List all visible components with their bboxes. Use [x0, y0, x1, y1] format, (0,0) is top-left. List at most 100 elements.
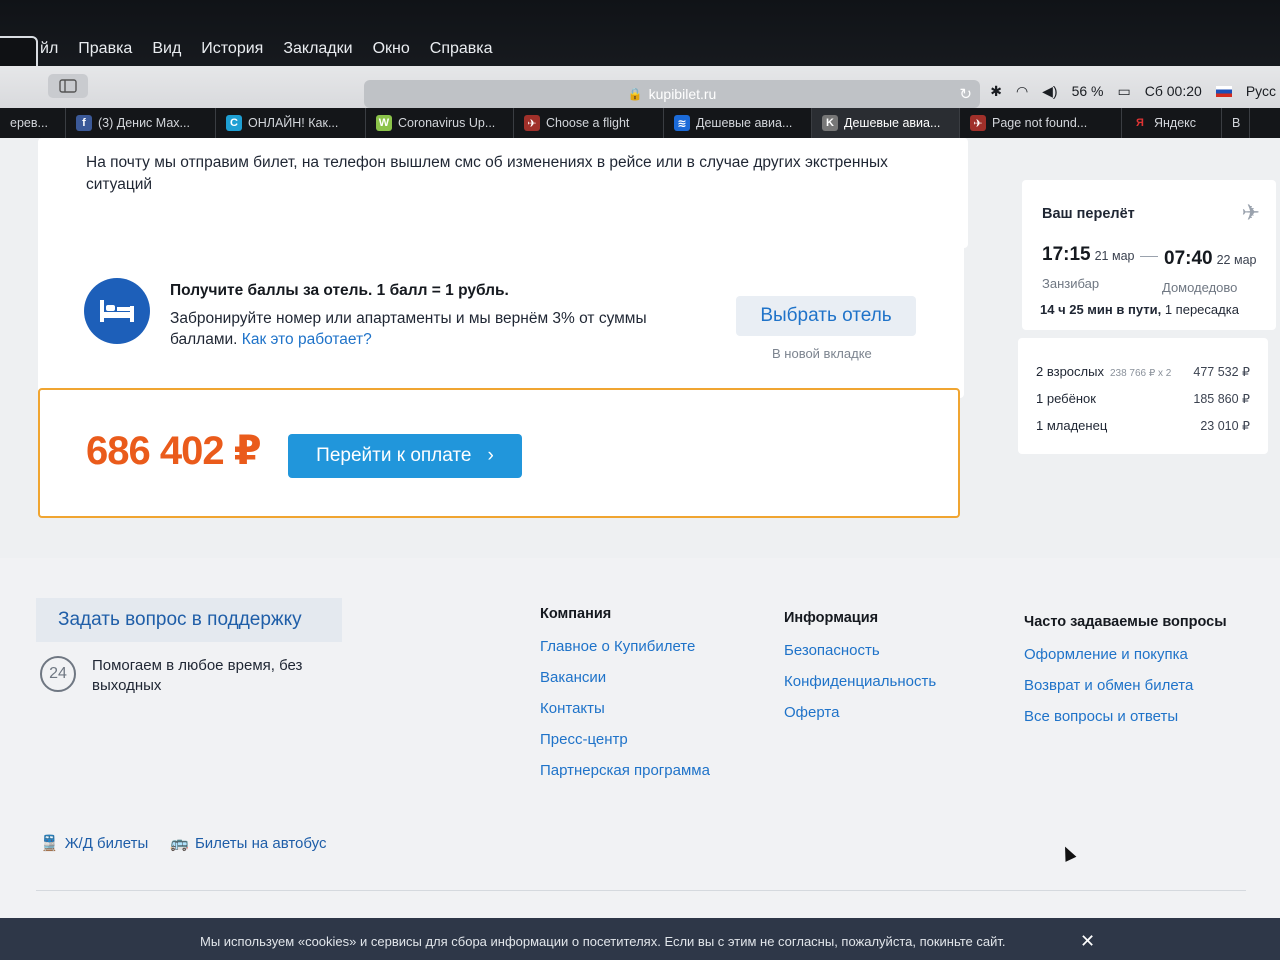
clock-text[interactable]: Сб 00:20: [1145, 83, 1202, 99]
footer-link[interactable]: Партнерская программа: [540, 762, 710, 779]
how-it-works-link[interactable]: Как это работает?: [242, 331, 372, 348]
footer-link[interactable]: Все вопросы и ответы: [1024, 708, 1227, 725]
train-icon: 🚆: [40, 835, 59, 852]
fare-label: 2 взрослых: [1036, 364, 1104, 379]
site-footer: Задать вопрос в поддержку 24 Помогаем в …: [0, 558, 1280, 918]
plane-favicon-icon: ✈: [970, 115, 986, 131]
ask-support-button[interactable]: Задать вопрос в поддержку: [36, 598, 342, 642]
new-tab-note: В новой вкладке: [772, 346, 872, 361]
train-tickets-link[interactable]: 🚆 Ж/Д билеты: [40, 834, 148, 852]
stops-count: 1 пересадка: [1164, 302, 1239, 317]
bluetooth-icon[interactable]: ✱: [990, 83, 1002, 100]
close-icon[interactable]: ✕: [1080, 931, 1095, 952]
site-icon: K: [822, 115, 838, 131]
page-content: На почту мы отправим билет, на телефон в…: [0, 138, 1280, 960]
menu-history[interactable]: История: [201, 40, 263, 58]
tab-2[interactable]: C ОНЛАЙН! Как...: [216, 108, 366, 138]
tab-0[interactable]: ерев...: [0, 108, 66, 138]
fare-row-adults: 2 взрослых 238 766 ₽ x 2 477 532 ₽: [1036, 364, 1250, 379]
footer-link[interactable]: Вакансии: [540, 669, 710, 686]
status-area: ✱ ◠ ◀) 56 % ▭ Сб 00:20 Русс: [990, 76, 1280, 106]
route-dash: [1140, 256, 1158, 257]
tab-8[interactable]: Я Яндекс: [1122, 108, 1222, 138]
lock-icon: 🔒: [627, 87, 643, 101]
support-note: Помогаем в любое время, без выходных: [92, 657, 303, 694]
arrival-date: 22 мар: [1216, 253, 1257, 267]
url-text: kupibilet.ru: [648, 86, 717, 102]
footer-column-company: Компания Главное о Купибилете Вакансии К…: [540, 606, 710, 793]
footer-link[interactable]: Главное о Купибилете: [540, 638, 710, 655]
column-title: Часто задаваемые вопросы: [1024, 614, 1227, 630]
address-bar[interactable]: 🔒 kupibilet.ru ↻: [364, 80, 980, 108]
proceed-to-payment-button[interactable]: Перейти к оплате ›: [288, 434, 522, 478]
fare-row-infant: 1 младенец 23 010 ₽: [1036, 418, 1250, 433]
language-text: Русс: [1245, 83, 1276, 99]
flight-duration: 14 ч 25 мин в пути, 1 пересадка: [1040, 302, 1239, 317]
menu-help[interactable]: Справка: [430, 40, 493, 58]
departure-time: 17:15 21 мар: [1042, 244, 1135, 265]
footer-link[interactable]: Конфиденциальность: [784, 673, 936, 690]
tab-9[interactable]: В: [1222, 108, 1250, 138]
cookie-banner: Мы используем «cookies» и сервисы для сб…: [0, 918, 1280, 960]
tab-label: Дешевые авиа...: [844, 116, 941, 130]
choose-hotel-button[interactable]: Выбрать отель: [736, 296, 916, 336]
transport-links: 🚆 Ж/Д билеты 🚌 Билеты на автобус: [40, 834, 327, 852]
origin-city: Занзибар: [1042, 276, 1100, 291]
bed-icon: [84, 278, 150, 344]
menu-edit[interactable]: Правка: [78, 40, 132, 58]
footer-divider: [36, 890, 1246, 891]
fare-label: 1 ребёнок: [1036, 391, 1096, 406]
hotel-title: Получите баллы за отель. 1 балл = 1 рубл…: [170, 282, 509, 299]
footer-link[interactable]: Оформление и покупка: [1024, 646, 1227, 663]
footer-column-info: Информация Безопасность Конфиденциальнос…: [784, 610, 936, 735]
footer-link[interactable]: Пресс-центр: [540, 731, 710, 748]
tab-7[interactable]: ✈ Page not found...: [960, 108, 1122, 138]
menu-window[interactable]: Окно: [373, 40, 410, 58]
battery-icon[interactable]: ▭: [1118, 83, 1131, 100]
departure-date: 21 мар: [1094, 249, 1135, 263]
flight-title: Ваш перелёт: [1042, 206, 1135, 222]
tab-label: Page not found...: [992, 116, 1088, 130]
fare-row-child: 1 ребёнок 185 860 ₽: [1036, 391, 1250, 406]
menu-view[interactable]: Вид: [152, 40, 181, 58]
wifi-icon[interactable]: ◠: [1016, 83, 1028, 100]
chevron-right-icon: ›: [487, 445, 494, 466]
clock-24-icon: 24: [40, 656, 76, 692]
sidebar-toggle-button[interactable]: [48, 74, 88, 98]
fare-label: 1 младенец: [1036, 418, 1108, 433]
tab-1[interactable]: f (3) Денис Мах...: [66, 108, 216, 138]
site-icon: ≋: [674, 115, 690, 131]
app-menu: йл Правка Вид История Закладки Окно Спра…: [40, 40, 493, 58]
column-title: Информация: [784, 610, 879, 626]
menu-file[interactable]: йл: [40, 40, 58, 58]
fare-breakdown-card: 2 взрослых 238 766 ₽ x 2 477 532 ₽ 1 ребё…: [1018, 338, 1268, 454]
bus-tickets-link[interactable]: 🚌 Билеты на автобус: [170, 834, 326, 852]
footer-column-faq: Часто задаваемые вопросы Оформление и по…: [1024, 614, 1227, 739]
tab-6-active[interactable]: K Дешевые авиа...: [812, 108, 960, 138]
tab-label: Яндекс: [1154, 116, 1197, 130]
sidebar-icon: [59, 79, 77, 93]
menu-bookmarks[interactable]: Закладки: [283, 40, 352, 58]
total-price: 686 402 ₽: [86, 429, 262, 473]
flag-icon[interactable]: [1215, 85, 1232, 97]
battery-text: 56 %: [1071, 83, 1104, 99]
notice-text: На почту мы отправим билет, на телефон в…: [86, 154, 888, 193]
footer-link[interactable]: Безопасность: [784, 642, 936, 659]
tab-label: Дешевые авиа...: [696, 116, 793, 130]
volume-icon[interactable]: ◀): [1042, 83, 1057, 100]
yandex-icon: Я: [1136, 117, 1144, 129]
payment-card: 686 402 ₽ Перейти к оплате ›: [38, 388, 960, 518]
footer-link[interactable]: Возврат и обмен билета: [1024, 677, 1227, 694]
column-title: Компания: [540, 606, 612, 622]
browser-toolbar: 🔒 kupibilet.ru ↻ ✱ ◠ ◀) 56 % ▭ Сб 00:20 …: [0, 66, 1280, 110]
tab-5[interactable]: ≋ Дешевые авиа...: [664, 108, 812, 138]
reload-icon[interactable]: ↻: [959, 85, 972, 103]
tab-3[interactable]: W Coronavirus Up...: [366, 108, 514, 138]
hotel-bonus-card: Получите баллы за отель. 1 балл = 1 рубл…: [38, 238, 964, 398]
notice-card: На почту мы отправим билет, на телефон в…: [38, 138, 968, 248]
tab-bar: ерев... f (3) Денис Мах... C ОНЛАЙН! Как..…: [0, 108, 1280, 138]
footer-link[interactable]: Контакты: [540, 700, 710, 717]
plane-favicon-icon: ✈: [524, 115, 540, 131]
footer-link[interactable]: Оферта: [784, 704, 936, 721]
tab-4[interactable]: ✈ Choose a flight: [514, 108, 664, 138]
